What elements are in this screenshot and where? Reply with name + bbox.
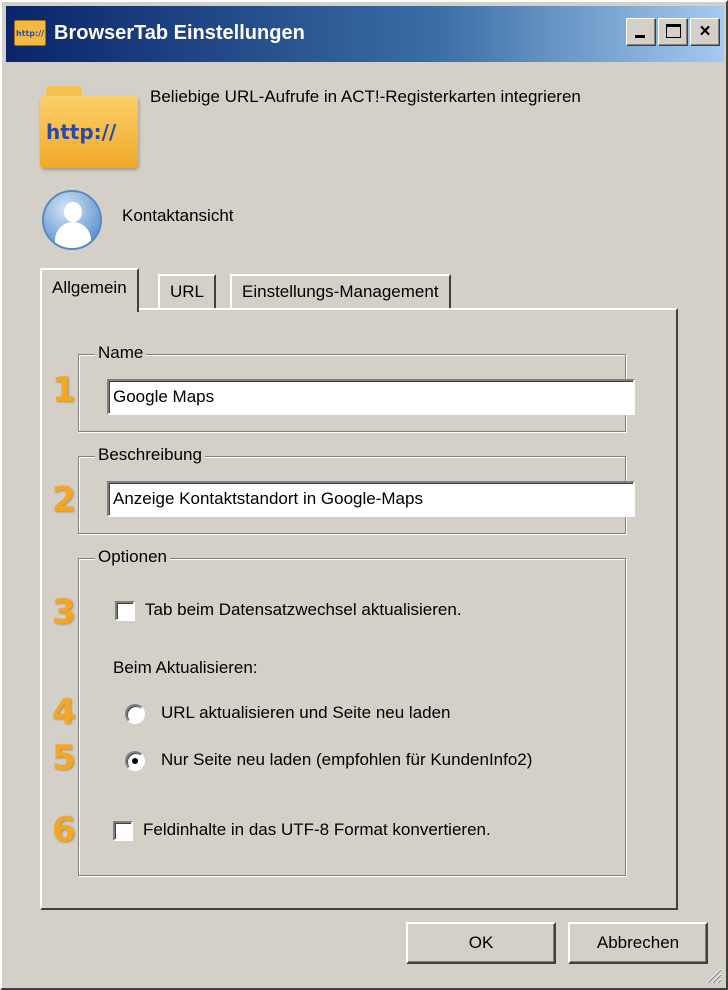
options-group-legend: Optionen (95, 547, 170, 567)
name-input[interactable]: Google Maps (107, 379, 635, 415)
utf8-label[interactable]: Feldinhalte in das UTF-8 Format konverti… (143, 820, 491, 840)
ok-button[interactable]: OK (406, 922, 556, 964)
http-folder-icon: http:// (40, 86, 138, 168)
tab-allgemein[interactable]: Allgemein (40, 268, 139, 312)
caption-buttons: × (626, 18, 720, 46)
app-icon: http:// (14, 20, 46, 46)
cancel-button[interactable]: Abbrechen (568, 922, 708, 964)
maximize-button[interactable] (658, 18, 688, 46)
maximize-icon (666, 24, 681, 38)
dialog-window: http:// BrowserTab Einstellungen × http:… (0, 0, 728, 990)
utf8-checkbox[interactable] (113, 821, 133, 841)
step-marker-2: 2 (52, 480, 76, 520)
radio-url-refresh[interactable] (125, 704, 145, 724)
name-group-legend: Name (95, 343, 147, 363)
tab-panel-allgemein: Name Google Maps 1 Beschreibung Anzeige … (40, 308, 678, 910)
folder-body-shape: http:// (40, 96, 138, 168)
person-body-shape (55, 222, 91, 248)
tab-einstellungs-management[interactable]: Einstellungs-Management (230, 274, 451, 310)
close-button[interactable]: × (690, 18, 720, 46)
person-head-shape (64, 202, 82, 222)
view-label: Kontaktansicht (122, 206, 234, 225)
refresh-tab-checkbox[interactable] (115, 601, 135, 621)
step-marker-6: 6 (52, 810, 76, 850)
radio-page-reload[interactable] (125, 751, 145, 771)
minimize-icon (635, 35, 645, 38)
radio-url-refresh-label[interactable]: URL aktualisieren und Seite neu laden (161, 703, 451, 723)
contact-person-icon (42, 190, 102, 250)
options-group: Optionen Tab beim Datensatzwechsel aktua… (78, 547, 626, 876)
name-group: Name Google Maps (78, 343, 635, 432)
minimize-button[interactable] (626, 18, 656, 46)
step-marker-3: 3 (52, 592, 76, 632)
close-icon: × (699, 21, 711, 42)
refresh-tab-label[interactable]: Tab beim Datensatzwechsel aktualisieren. (145, 600, 462, 620)
tab-url[interactable]: URL (158, 274, 217, 310)
window-title: BrowserTab Einstellungen (54, 22, 305, 44)
radio-selected-dot (132, 758, 138, 764)
on-refresh-label: Beim Aktualisieren: (113, 658, 258, 677)
step-marker-5: 5 (52, 738, 76, 778)
description-group-legend: Beschreibung (95, 445, 205, 465)
description-input[interactable]: Anzeige Kontaktstandort in Google-Maps (107, 481, 635, 517)
resize-grip-icon[interactable] (704, 966, 722, 984)
description-group: Beschreibung Anzeige Kontaktstandort in … (78, 445, 635, 534)
step-marker-4: 4 (52, 692, 76, 732)
title-bar[interactable]: http:// BrowserTab Einstellungen × (6, 6, 724, 62)
step-marker-1: 1 (52, 370, 76, 410)
header-description: Beliebige URL-Aufrufe in ACT!-Registerka… (150, 87, 581, 106)
radio-page-reload-label[interactable]: Nur Seite neu laden (empfohlen für Kunde… (161, 750, 532, 770)
